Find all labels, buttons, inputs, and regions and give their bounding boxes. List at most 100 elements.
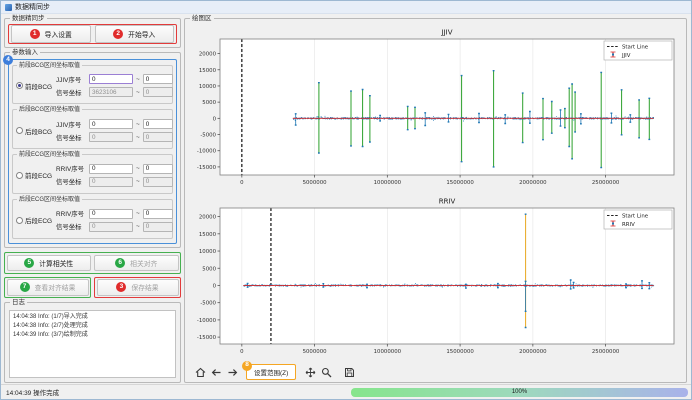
save-icon[interactable] — [342, 365, 356, 379]
start-import-button[interactable]: 2 开始导入 — [95, 25, 175, 43]
range-separator: ~ — [136, 121, 140, 128]
field-label: 信号坐标 — [56, 222, 86, 231]
rriv-seq-start-input[interactable] — [89, 164, 133, 174]
field-label: RRIV序号 — [56, 164, 86, 173]
set-range-button[interactable]: 8 设置范围(Z) — [246, 364, 296, 380]
signal-coord-start-input — [89, 132, 133, 142]
save-result-button[interactable]: 3 保存结果 — [97, 279, 179, 296]
jjiv-seq-end-input[interactable] — [143, 119, 173, 129]
save-result-label: 保存结果 — [131, 282, 158, 292]
progress-label: 100% — [512, 389, 527, 395]
svg-text:Start Line: Start Line — [622, 45, 649, 51]
step-6-badge: 6 — [115, 258, 125, 268]
signal-coord-start-input — [89, 87, 133, 97]
step-2-badge: 2 — [113, 29, 123, 39]
svg-text:0: 0 — [240, 180, 244, 186]
main-area: 数据精同步 1 导入设置 2 开始导入 参数输入 4 — [1, 14, 691, 384]
correlation-align-label: 相关对齐 — [130, 258, 157, 268]
svg-text:25000000: 25000000 — [592, 180, 620, 186]
radio-icon[interactable] — [16, 82, 23, 89]
radio-icon[interactable] — [16, 172, 23, 179]
radio-front-bcg[interactable]: 前段BCG — [16, 81, 56, 91]
svg-text:0: 0 — [213, 116, 217, 122]
step-3-badge: 3 — [116, 282, 126, 292]
log-group: 日志 14:04:38 Info: (1/7)导入完成 14:04:38 Inf… — [4, 302, 181, 383]
radio-icon[interactable] — [16, 127, 23, 134]
params-annotation-frame: 前段BCG区间坐标取值 前段BCG JJIV序号 ~ — [8, 59, 177, 244]
window-title: 数据精同步 — [15, 2, 50, 12]
svg-text:-15000: -15000 — [197, 335, 217, 341]
svg-text:JJIV: JJIV — [621, 53, 631, 59]
radio-front-ecg[interactable]: 前段ECG — [16, 170, 56, 180]
rriv-seq-end-input[interactable] — [143, 209, 173, 219]
signal-coord-end-input — [143, 87, 173, 97]
save-annotation-frame: 3 保存结果 — [94, 277, 181, 299]
sync-group: 数据精同步 1 导入设置 2 开始导入 — [4, 18, 181, 48]
rriv-chart-canvas[interactable]: -15000-10000-500005000100001500020000050… — [190, 195, 682, 364]
view-align-result-label: 查看对齐结果 — [35, 282, 76, 292]
range-separator: ~ — [136, 165, 140, 172]
figure-toolbar: 8 设置范围(Z) — [190, 364, 682, 380]
params-group: 参数输入 4 前段BCG区间坐标取值 前段BCG JJIV序号 — [4, 52, 181, 248]
pan-icon[interactable] — [303, 365, 317, 379]
field-label: 信号坐标 — [56, 88, 86, 97]
plot-group-title: 绘图区 — [190, 15, 214, 23]
field-label: RRIV序号 — [56, 209, 86, 218]
jjiv-seq-start-input[interactable] — [89, 119, 133, 129]
title-bar: 数据精同步 — [1, 1, 691, 14]
section-rear-bcg: 后段BCG区间坐标取值 后段BCG JJIV序号 ~ — [12, 109, 173, 149]
svg-text:-5000: -5000 — [200, 133, 216, 139]
step-5-badge: 5 — [24, 258, 34, 268]
step-7-badge: 7 — [20, 282, 30, 292]
svg-text:-15000: -15000 — [197, 165, 217, 171]
set-range-label: 设置范围(Z) — [254, 367, 288, 377]
svg-text:RRIV: RRIV — [439, 198, 456, 206]
import-settings-button[interactable]: 1 导入设置 — [11, 25, 91, 43]
view-result-annotation-frame: 7 查看对齐结果 — [4, 277, 91, 299]
rriv-seq-start-input[interactable] — [89, 209, 133, 219]
radio-icon[interactable] — [16, 217, 23, 224]
radio-rear-bcg[interactable]: 后段BCG — [16, 126, 56, 136]
svg-text:JJIV: JJIV — [441, 29, 453, 37]
home-icon[interactable] — [193, 365, 207, 379]
radio-label: 后段BCG — [25, 126, 52, 136]
corr-annotation-frame: 5 计算相关性 6 相关对齐 — [4, 252, 181, 274]
back-icon[interactable] — [209, 365, 223, 379]
import-settings-label: 导入设置 — [45, 29, 72, 39]
jjiv-seq-end-input[interactable] — [143, 74, 173, 84]
jjiv-chart-canvas[interactable]: -15000-10000-500005000100001500020000050… — [190, 26, 682, 195]
section-rear-ecg: 后段ECG区间坐标取值 后段ECG RRIV序号 ~ — [12, 199, 173, 239]
svg-text:10000000: 10000000 — [374, 349, 402, 355]
range-separator: ~ — [136, 178, 140, 185]
svg-text:20000: 20000 — [199, 215, 217, 221]
import-annotation-frame: 1 导入设置 2 开始导入 — [8, 24, 177, 44]
calc-correlation-button[interactable]: 5 计算相关性 — [7, 255, 92, 272]
forward-icon[interactable] — [225, 365, 239, 379]
svg-text:5000: 5000 — [202, 100, 216, 106]
progress-bar: 100% — [351, 388, 688, 397]
radio-label: 前段BCG — [25, 81, 52, 91]
view-align-result-button[interactable]: 7 查看对齐结果 — [7, 279, 89, 296]
app-icon — [5, 4, 12, 11]
step-4-badge: 4 — [3, 55, 13, 65]
svg-text:5000: 5000 — [202, 266, 216, 272]
range-separator: ~ — [136, 223, 140, 230]
log-entry: 14:04:39 Info: (3/7)绘制完成 — [13, 331, 172, 340]
signal-coord-start-input — [89, 177, 133, 187]
range-separator: ~ — [136, 76, 140, 83]
svg-text:20000: 20000 — [199, 52, 217, 58]
start-import-label: 开始导入 — [128, 29, 155, 39]
rriv-seq-end-input[interactable] — [143, 164, 173, 174]
svg-text:20000000: 20000000 — [519, 180, 547, 186]
radio-rear-ecg[interactable]: 后段ECG — [16, 215, 56, 225]
status-text: 14:04:39 操作完成 — [6, 387, 59, 397]
section-title: 后段ECG区间坐标取值 — [17, 196, 82, 204]
svg-text:RRIV: RRIV — [622, 222, 635, 228]
zoom-icon[interactable] — [319, 365, 333, 379]
correlation-align-button[interactable]: 6 相关对齐 — [94, 255, 179, 272]
svg-text:10000: 10000 — [199, 84, 217, 90]
svg-text:5000000: 5000000 — [303, 349, 328, 355]
jjiv-seq-start-input[interactable] — [89, 74, 133, 84]
svg-text:15000: 15000 — [199, 68, 217, 74]
field-label: 信号坐标 — [56, 133, 86, 142]
